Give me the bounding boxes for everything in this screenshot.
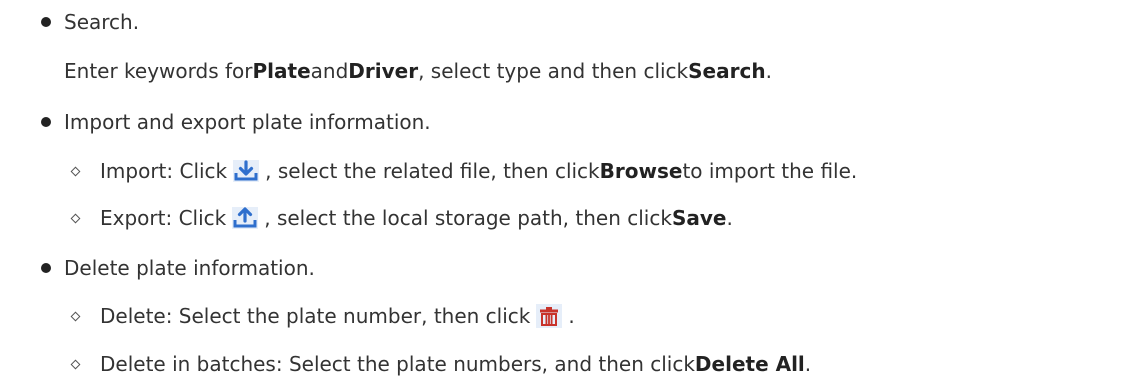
delete-title: Delete plate information. xyxy=(64,256,315,280)
sub-bullet-batch-delete xyxy=(70,359,81,370)
export-instruction: Export: Click , select the local storage… xyxy=(100,204,733,232)
delete-instruction: Delete: Select the plate number, then cl… xyxy=(100,302,575,330)
sub-bullet-import xyxy=(70,166,81,177)
delete-all-label: Delete All xyxy=(694,352,805,376)
browse-label: Browse xyxy=(599,159,683,183)
search-label: Search xyxy=(688,59,766,83)
batch-delete-instruction: Delete in batches: Select the plate numb… xyxy=(100,352,812,376)
save-label: Save xyxy=(671,206,727,230)
import-export-title: Import and export plate information. xyxy=(64,110,431,134)
search-description: Enter keywords for Plate and Driver, sel… xyxy=(64,59,772,83)
sub-bullet-delete xyxy=(70,311,81,322)
download-icon xyxy=(231,157,261,185)
trash-icon xyxy=(534,302,564,330)
search-title: Search. xyxy=(64,10,140,34)
driver-label: Driver xyxy=(348,59,419,83)
upload-icon xyxy=(230,204,260,232)
plate-label: Plate xyxy=(252,59,311,83)
bullet-search xyxy=(41,17,51,27)
bullet-import-export xyxy=(41,117,51,127)
sub-bullet-export xyxy=(70,213,81,224)
bullet-delete xyxy=(41,263,51,273)
import-instruction: Import: Click , select the related file,… xyxy=(100,157,858,185)
